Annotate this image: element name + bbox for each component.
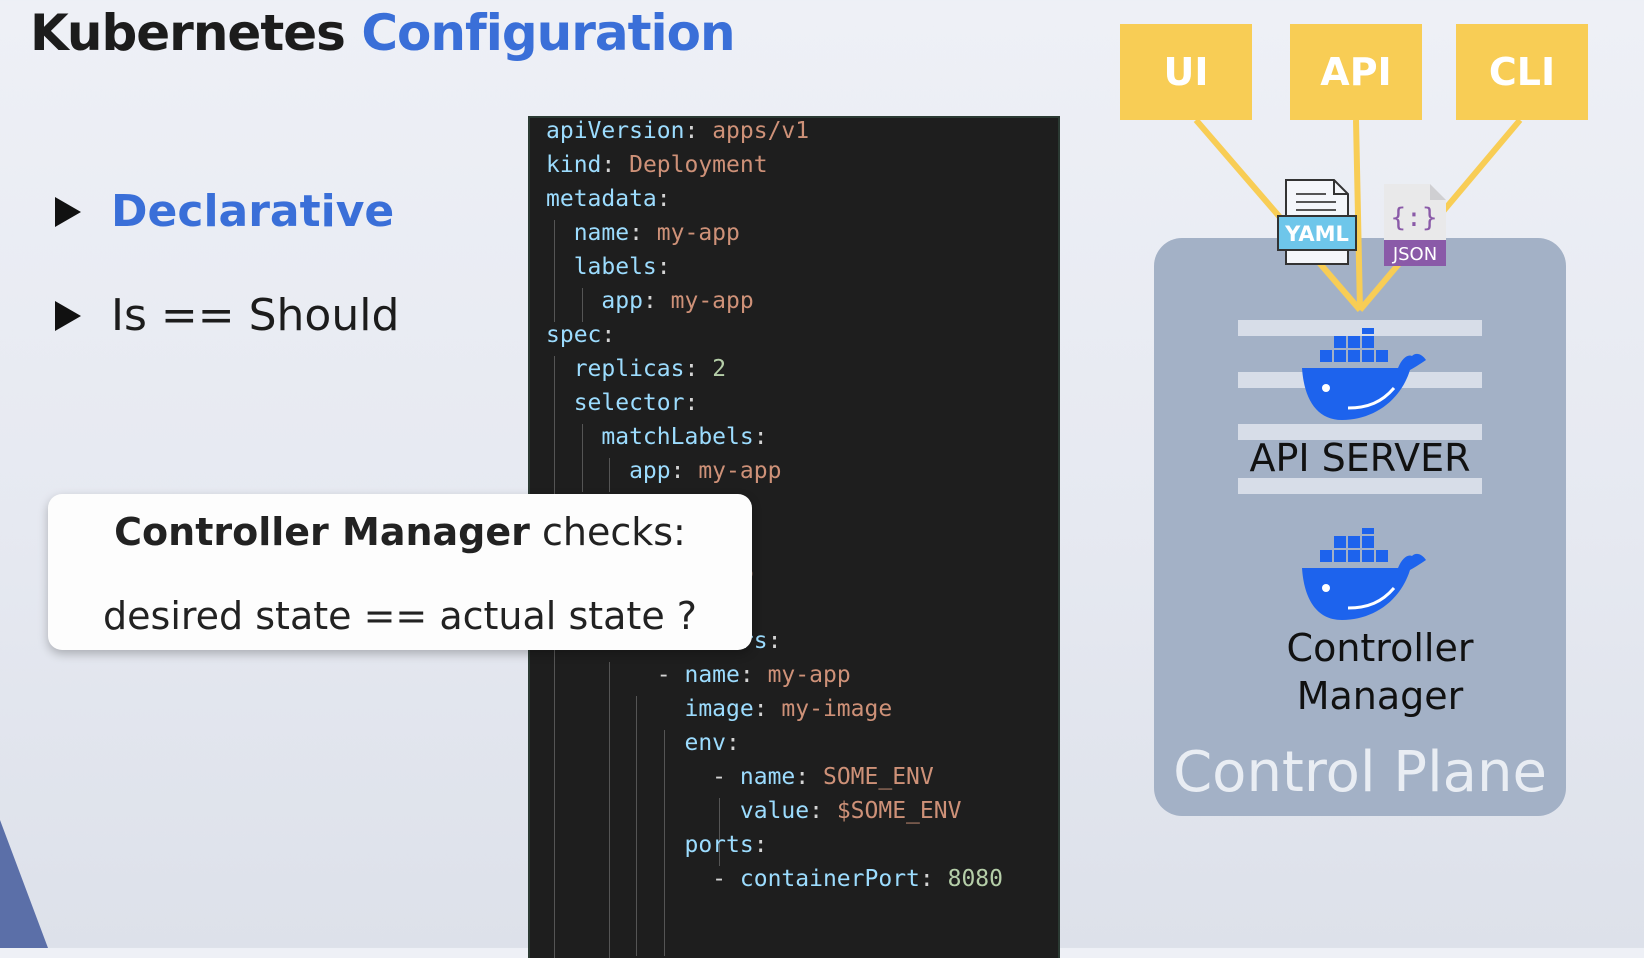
- control-plane-label: Control Plane: [1173, 740, 1547, 805]
- corner-decoration: [0, 820, 48, 948]
- api-label: API: [1320, 50, 1392, 94]
- api-box: API: [1290, 24, 1422, 120]
- ui-box: UI: [1120, 24, 1252, 120]
- json-file-icon: {:} JSON: [1384, 184, 1446, 266]
- ui-label: UI: [1163, 50, 1209, 94]
- controller-manager-line2: Manager: [1296, 674, 1464, 718]
- cli-box: CLI: [1456, 24, 1588, 120]
- json-label: JSON: [1392, 244, 1437, 265]
- api-server-label: API SERVER: [1249, 436, 1471, 480]
- yaml-file-icon: YAML: [1277, 179, 1357, 265]
- controller-manager-line1: Controller: [1286, 626, 1474, 670]
- cli-label: CLI: [1488, 50, 1556, 94]
- docker-whale-icon: [1302, 328, 1426, 420]
- docker-whale-icon: [1302, 528, 1426, 620]
- json-symbol: {:}: [1391, 203, 1438, 233]
- api-server-stripe: [1238, 478, 1482, 494]
- controller-manager-label: Controller Manager: [1250, 624, 1510, 720]
- yaml-label: YAML: [1284, 222, 1349, 246]
